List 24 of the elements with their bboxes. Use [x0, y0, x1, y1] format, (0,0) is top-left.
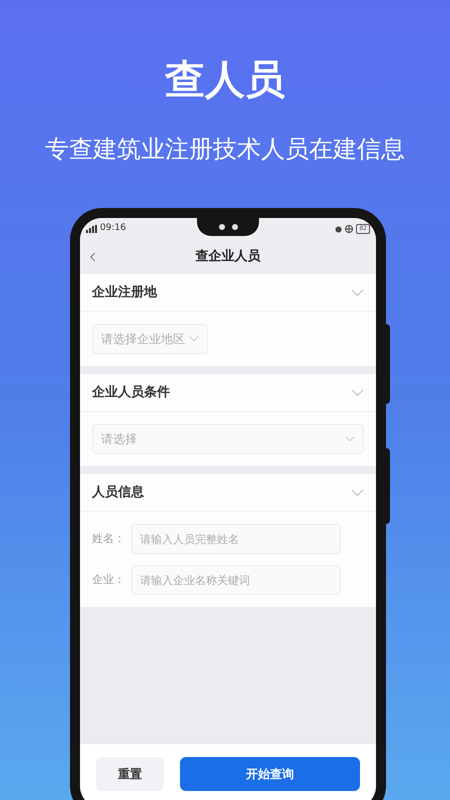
signal-icon [86, 225, 97, 233]
chevron-down-icon [351, 388, 364, 396]
chevron-down-icon [351, 288, 364, 296]
field-label: 企业： [92, 572, 126, 588]
section-title: 人员信息 [92, 484, 144, 502]
hero-title: 查人员 [165, 56, 285, 104]
status-time: 09:16 [100, 222, 126, 236]
section-title: 企业注册地 [92, 284, 157, 302]
chevron-down-icon [189, 336, 199, 342]
camera-icon [218, 224, 224, 230]
input-field[interactable]: 请输入企业名称关键词 [131, 565, 341, 595]
chevron-down-icon [351, 488, 364, 496]
field-label: 姓名： [92, 530, 126, 547]
search-button[interactable]: 开始查询 [180, 757, 360, 791]
select-placeholder: 请选择 [101, 431, 137, 448]
section-title: 企业人员条件 [92, 384, 170, 402]
globe-icon [345, 225, 354, 233]
input-field[interactable]: 请输入人员完整姓名 [131, 524, 341, 554]
select-placeholder: 请选择企业地区 [101, 331, 185, 348]
screen-title: 查企业人员 [196, 248, 260, 266]
camera-icon [232, 224, 238, 230]
chevron-down-icon [345, 436, 355, 442]
reset-button[interactable]: 重置 [96, 757, 164, 791]
hero-subtitle: 专查建筑业注册技术人员在建信息 [45, 134, 405, 164]
